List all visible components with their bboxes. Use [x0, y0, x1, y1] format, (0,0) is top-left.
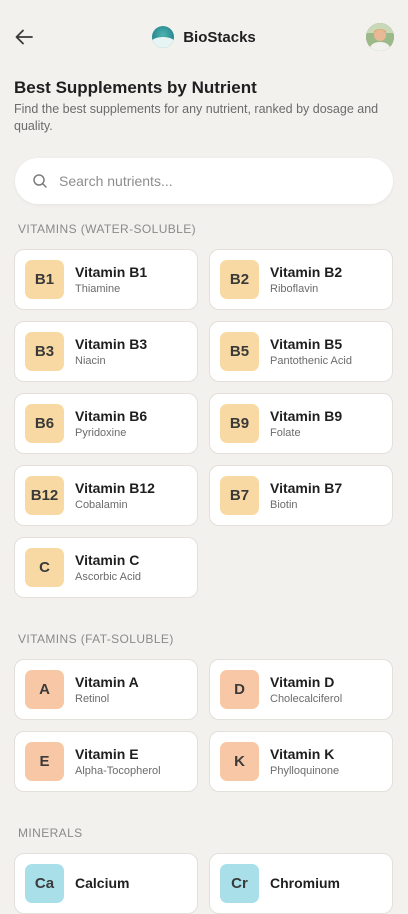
nutrient-subname: Folate [270, 426, 301, 439]
search-icon [33, 174, 47, 188]
nutrient-subname: Ascorbic Acid [75, 570, 142, 583]
nutrient-subname: Riboflavin [270, 282, 319, 295]
nutrient-card-e[interactable]: E Vitamin E Alpha-Tocopherol [14, 731, 198, 792]
nutrient-subname: Phylloquinone [270, 764, 340, 777]
nutrient-name: Calcium [75, 875, 130, 891]
section-label-water-soluble: VITAMINS (WATER-SOLUBLE) [18, 222, 197, 236]
nutrient-badge: B12 [25, 476, 64, 515]
nutrient-badge: D [220, 670, 259, 709]
nutrient-card-a[interactable]: A Vitamin A Retinol [14, 659, 198, 720]
nutrient-badge: B9 [220, 404, 259, 443]
nutrient-card-c[interactable]: C Vitamin C Ascorbic Acid [14, 537, 198, 598]
nutrient-card-b5[interactable]: B5 Vitamin B5 Pantothenic Acid [209, 321, 393, 382]
nutrient-name: Vitamin B1 [75, 263, 148, 280]
page-subtitle: Find the best supplements for any nutrie… [14, 102, 379, 133]
nutrient-badge: C [25, 548, 64, 587]
nutrient-subname: Biotin [270, 498, 298, 511]
nutrient-card-b12[interactable]: B12 Vitamin B12 Cobalamin [14, 465, 198, 526]
nutrient-name: Vitamin B7 [270, 479, 343, 496]
nutrient-subname: Alpha-Tocopherol [75, 764, 161, 777]
biostacks-logo-icon [152, 26, 175, 48]
nutrient-name: Vitamin B6 [75, 407, 148, 424]
nutrient-badge: B7 [220, 476, 259, 515]
nutrient-name: Chromium [270, 875, 340, 891]
nutrient-subname: Retinol [75, 692, 110, 705]
nutrient-name: Vitamin A [75, 673, 139, 690]
nutrient-card-b1[interactable]: B1 Vitamin B1 Thiamine [14, 249, 198, 310]
nutrient-subname: Cobalamin [75, 498, 128, 511]
section-label-fat-soluble: VITAMINS (FAT-SOLUBLE) [18, 632, 174, 646]
nutrient-card-b6[interactable]: B6 Vitamin B6 Pyridoxine [14, 393, 198, 454]
search-input[interactable] [59, 173, 393, 189]
nutrient-card-b7[interactable]: B7 Vitamin B7 Biotin [209, 465, 393, 526]
nutrient-badge: B1 [25, 260, 64, 299]
page-title: Best Supplements by Nutrient [14, 78, 257, 97]
section-label-minerals: MINERALS [18, 826, 83, 840]
nutrient-subname: Thiamine [75, 282, 121, 295]
nutrient-subname: Pyridoxine [75, 426, 127, 439]
nutrient-card-b2[interactable]: B2 Vitamin B2 Riboflavin [209, 249, 393, 310]
nutrient-card-chromium[interactable]: Cr Chromium [209, 853, 393, 914]
nutrient-name: Vitamin C [75, 551, 140, 568]
nutrient-badge: A [25, 670, 64, 709]
nutrient-subname: Pantothenic Acid [270, 354, 352, 367]
user-avatar-image [366, 23, 394, 51]
nutrient-name: Vitamin B9 [270, 407, 343, 424]
nutrient-badge: B5 [220, 332, 259, 371]
nutrient-name: Vitamin B2 [270, 263, 343, 280]
nutrient-name: Vitamin D [270, 673, 335, 690]
nutrient-badge: Ca [25, 864, 64, 903]
search-bar[interactable] [15, 158, 393, 204]
nutrient-subname: Niacin [75, 354, 106, 367]
nutrient-name: Vitamin B5 [270, 335, 343, 352]
nutrient-card-calcium[interactable]: Ca Calcium [14, 853, 198, 914]
avatar[interactable] [366, 23, 394, 51]
nutrient-name: Vitamin E [75, 745, 139, 762]
nutrient-name: Vitamin K [270, 745, 335, 762]
nutrient-subname: Cholecalciferol [270, 692, 343, 705]
brand-name: BioStacks [183, 28, 256, 46]
nutrient-card-b9[interactable]: B9 Vitamin B9 Folate [209, 393, 393, 454]
nutrient-badge: B2 [220, 260, 259, 299]
app-header: BioStacks [0, 0, 408, 74]
nutrient-badge: B3 [25, 332, 64, 371]
nutrient-badge: E [25, 742, 64, 781]
nutrient-card-k[interactable]: K Vitamin K Phylloquinone [209, 731, 393, 792]
nutrient-badge: B6 [25, 404, 64, 443]
nutrient-badge: K [220, 742, 259, 781]
brand: BioStacks [0, 26, 408, 48]
nutrient-name: Vitamin B12 [75, 479, 155, 496]
nutrient-card-b3[interactable]: B3 Vitamin B3 Niacin [14, 321, 198, 382]
nutrient-card-d[interactable]: D Vitamin D Cholecalciferol [209, 659, 393, 720]
nutrient-badge: Cr [220, 864, 259, 903]
nutrient-name: Vitamin B3 [75, 335, 148, 352]
